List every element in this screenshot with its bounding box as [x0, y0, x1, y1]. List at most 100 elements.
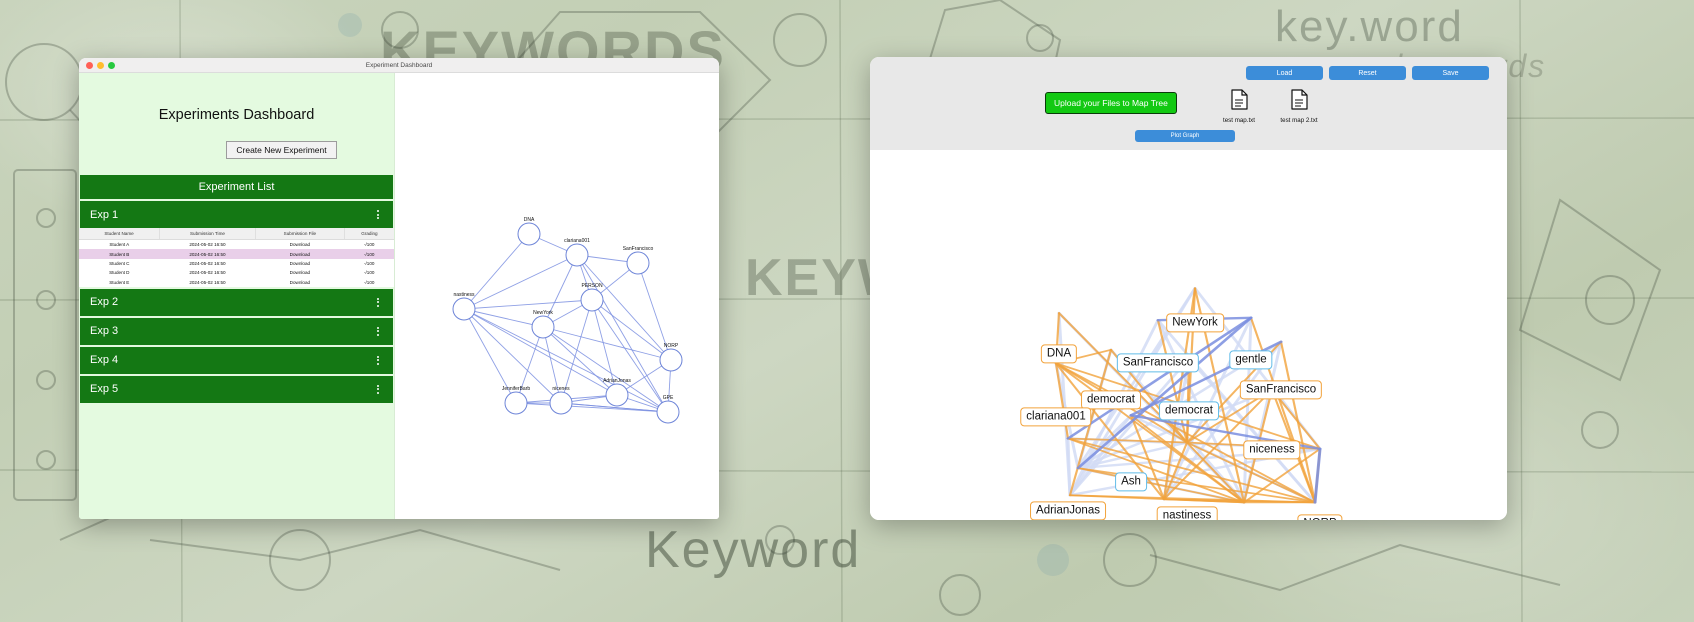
- table-row[interactable]: Student C 2024-05-02 16:50 Download -/100: [79, 259, 394, 268]
- graph-node[interactable]: [504, 391, 528, 415]
- graph-node[interactable]: [549, 391, 573, 415]
- map-node-label: gentle: [1235, 353, 1267, 366]
- map-node-democrat[interactable]: democrat: [1081, 390, 1141, 410]
- load-button[interactable]: Load: [1246, 66, 1323, 80]
- graph-node[interactable]: [656, 400, 680, 424]
- cell-submission-file[interactable]: Download: [255, 240, 344, 250]
- reset-button[interactable]: Reset: [1329, 66, 1406, 80]
- preview-network-graph[interactable]: DNA clariana001 SanFrancisco PERSON nastines…: [395, 73, 719, 519]
- experiment-row-exp-2[interactable]: Exp 2: [80, 288, 393, 316]
- map-node-niceness[interactable]: niceness: [1243, 440, 1301, 460]
- cell-student-name: Student E: [109, 279, 130, 285]
- column-student-name: Student Name: [79, 228, 161, 240]
- map-graph-canvas[interactable]: NewYork gentle SanFrancisco SanFrancisco DNA…: [870, 150, 1507, 520]
- kebab-menu-icon[interactable]: [373, 296, 383, 309]
- kebab-menu-icon[interactable]: [373, 325, 383, 338]
- cell-student-name: Student A: [109, 242, 130, 248]
- cell-submission-time: 2024-05-02 16:50: [189, 242, 226, 248]
- kebab-menu-icon[interactable]: [373, 383, 383, 396]
- graph-node[interactable]: [605, 383, 629, 407]
- table-row[interactable]: Student A 2024-05-02 16:50 Download -/100: [79, 240, 394, 250]
- document-icon-svg: [1230, 89, 1248, 110]
- kebab-menu-icon[interactable]: [373, 354, 383, 367]
- window-titlebar[interactable]: Experiment Dashboard: [79, 58, 719, 73]
- kebab-menu-icon[interactable]: [373, 208, 383, 221]
- map-tree-window[interactable]: Load Reset Save Upload your Files to Map…: [870, 57, 1507, 520]
- window-title: Experiment Dashboard: [365, 61, 433, 69]
- cell-student-name: Student D: [109, 270, 130, 276]
- save-button[interactable]: Save: [1412, 66, 1489, 80]
- create-new-experiment-button[interactable]: Create New Experiment: [226, 141, 337, 159]
- map-node-norp[interactable]: NORP: [1297, 514, 1343, 520]
- column-grading: Grading: [344, 228, 394, 240]
- map-toolbar: Load Reset Save Upload your Files to Map…: [870, 57, 1507, 150]
- page-title: Experiments Dashboard: [158, 107, 315, 123]
- graph-node[interactable]: [626, 251, 650, 275]
- graph-node[interactable]: [452, 297, 476, 321]
- map-node-ash[interactable]: Ash: [1115, 472, 1147, 492]
- graph-node[interactable]: [659, 348, 683, 372]
- graph-edge: [542, 326, 672, 361]
- map-edge: [1057, 311, 1072, 497]
- graph-node[interactable]: [565, 243, 589, 267]
- table-row[interactable]: Student B 2024-05-02 16:50 Download -/100: [79, 249, 394, 259]
- graph-node[interactable]: [580, 288, 604, 312]
- graph-node-label: NewYork: [533, 310, 553, 316]
- table-row[interactable]: Student D 2024-05-02 16:50 Download -/100: [79, 268, 394, 277]
- experiment-dashboard-window[interactable]: Experiment Dashboard Experiments Dashboa…: [79, 58, 719, 519]
- cell-student-name: Student B: [79, 249, 160, 259]
- graph-node-label: AdrianJonas: [603, 378, 631, 384]
- map-node-sanfrancisco[interactable]: SanFrancisco: [1116, 353, 1200, 373]
- map-node-nastiness[interactable]: nastiness: [1156, 506, 1218, 520]
- experiment-label: Exp 2: [90, 296, 119, 309]
- cell-submission-time: 2024-05-02 16:50: [159, 249, 256, 259]
- map-node-dna[interactable]: DNA: [1040, 344, 1078, 364]
- cell-submission-file[interactable]: Download: [255, 278, 344, 287]
- map-node-sanfrancisco[interactable]: SanFrancisco: [1239, 380, 1323, 400]
- experiment-block-3: Exp 3: [79, 317, 394, 345]
- map-node-newyork[interactable]: NewYork: [1166, 313, 1224, 333]
- cell-submission-time: 2024-05-02 16:50: [189, 260, 226, 266]
- file-item-test-map[interactable]: test map.txt: [1207, 89, 1271, 124]
- plot-graph-button[interactable]: Plot Graph: [1135, 130, 1235, 142]
- table-row[interactable]: Student E 2024-05-02 16:50 Download -/100: [79, 278, 394, 287]
- graph-node-label: nicenes: [552, 386, 570, 392]
- upload-files-button[interactable]: Upload your Files to Map Tree: [1045, 92, 1177, 114]
- document-icon-svg: [1290, 89, 1308, 110]
- experiment-row-exp-1[interactable]: Exp 1: [80, 201, 393, 228]
- graph-node-label: GPE: [663, 395, 674, 401]
- experiment-block-5: Exp 5: [79, 375, 394, 403]
- submissions-table-body: Student A 2024-05-02 16:50 Download -/100 St…: [79, 240, 394, 287]
- cell-grading: -/100: [363, 279, 375, 285]
- document-icon: [1290, 89, 1308, 115]
- map-node-label: democrat: [1165, 404, 1213, 417]
- experiment-label: Exp 1: [90, 208, 119, 221]
- toolbar-button-group: Load Reset Save: [1246, 66, 1489, 80]
- map-node-gentle[interactable]: gentle: [1229, 350, 1273, 370]
- experiment-row-exp-4[interactable]: Exp 4: [80, 346, 393, 374]
- cell-submission-file[interactable]: Download: [255, 259, 344, 268]
- experiment-row-exp-5[interactable]: Exp 5: [80, 375, 393, 403]
- dashboard-header: Experiments Dashboard: [79, 73, 394, 123]
- map-node-adrianjonas[interactable]: AdrianJonas: [1030, 501, 1106, 520]
- map-graph-edges: [1054, 287, 1322, 504]
- graph-edge: [463, 308, 544, 328]
- cell-submission-file[interactable]: Download: [255, 249, 345, 259]
- graph-node-label: NORP: [664, 343, 679, 349]
- graph-node[interactable]: [531, 315, 555, 339]
- create-experiment-row: Create New Experiment: [79, 123, 394, 175]
- graph-node-label: SanFrancisco: [623, 246, 654, 252]
- experiment-row-exp-3[interactable]: Exp 3: [80, 317, 393, 345]
- cell-submission-file[interactable]: Download: [255, 268, 344, 277]
- graph-node[interactable]: [517, 222, 541, 246]
- cell-student-name: Student C: [109, 260, 130, 266]
- file-name-label: test map 2.txt: [1280, 117, 1318, 124]
- graph-preview-pane[interactable]: DNA clariana001 SanFrancisco PERSON nastines…: [395, 73, 719, 519]
- map-node-label: SanFrancisco: [1122, 356, 1194, 369]
- map-node-democrat[interactable]: democrat: [1159, 401, 1219, 421]
- map-node-label: democrat: [1087, 393, 1135, 406]
- file-item-test-map-2[interactable]: test map 2.txt: [1267, 89, 1331, 124]
- map-node-label: SanFrancisco: [1245, 383, 1317, 396]
- map-node-clariana001[interactable]: clariana001: [1020, 407, 1092, 427]
- graph-edge: [463, 299, 593, 310]
